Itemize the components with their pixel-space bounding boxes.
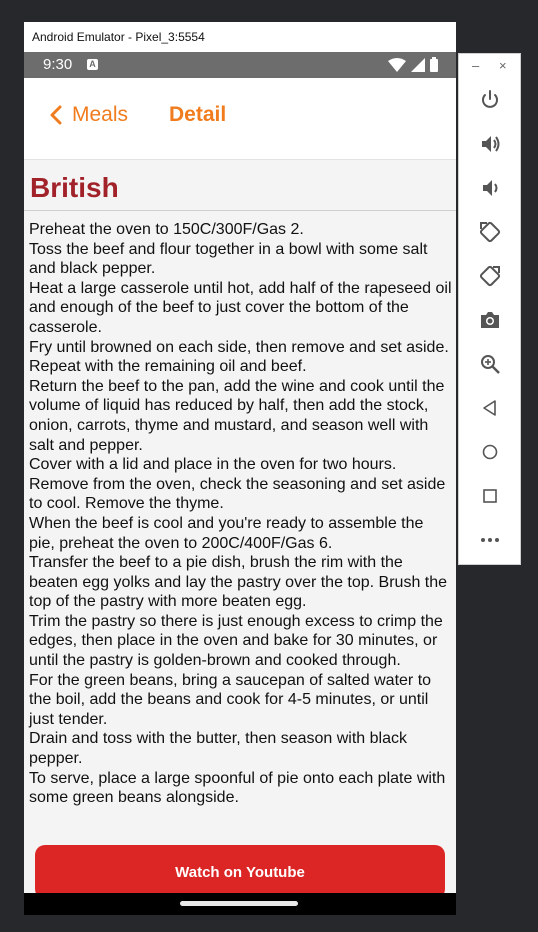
meal-name: British bbox=[30, 172, 119, 203]
home-gesture-pill[interactable] bbox=[180, 901, 298, 906]
overview-icon[interactable] bbox=[476, 482, 504, 510]
camera-icon[interactable] bbox=[476, 306, 504, 334]
status-time: 9:30 bbox=[43, 56, 73, 73]
window-title: Android Emulator - Pixel_3:5554 bbox=[24, 22, 456, 52]
power-icon[interactable] bbox=[476, 86, 504, 114]
status-bar: 9:30 A bbox=[24, 52, 456, 78]
volume-down-icon[interactable] bbox=[476, 174, 504, 202]
more-icon[interactable] bbox=[476, 526, 504, 554]
app-bar: Meals Detail bbox=[24, 78, 456, 160]
battery-icon bbox=[430, 57, 438, 72]
meal-instructions: Preheat the oven to 150C/300F/Gas 2. Tos… bbox=[29, 221, 452, 807]
rotate-left-icon[interactable] bbox=[476, 218, 504, 246]
chevron-left-icon bbox=[50, 105, 62, 125]
back-label: Meals bbox=[72, 103, 129, 126]
volume-up-icon[interactable] bbox=[476, 130, 504, 158]
rotate-right-icon[interactable] bbox=[476, 262, 504, 290]
a-badge-icon: A bbox=[87, 59, 98, 70]
page-title: Detail bbox=[169, 103, 227, 126]
navigation-bar bbox=[24, 893, 456, 915]
meal-detail: British Preheat the oven to 150C/300F/Ga… bbox=[24, 160, 456, 899]
back-button[interactable]: Meals bbox=[50, 98, 128, 132]
minimize-button[interactable]: – bbox=[472, 58, 479, 73]
status-icons bbox=[388, 57, 438, 72]
wifi-icon bbox=[388, 57, 406, 72]
zoom-icon[interactable] bbox=[476, 350, 504, 378]
watch-on-youtube-button[interactable]: Watch on Youtube bbox=[35, 845, 445, 899]
home-icon[interactable] bbox=[476, 438, 504, 466]
emulator-toolbar: – × bbox=[458, 53, 521, 565]
panel-window-controls: – × bbox=[459, 58, 522, 76]
signal-icon bbox=[411, 57, 425, 72]
back-icon[interactable] bbox=[476, 394, 504, 422]
emulator-window: Android Emulator - Pixel_3:5554 9:30 A M… bbox=[24, 22, 456, 915]
divider bbox=[24, 210, 456, 211]
close-button[interactable]: × bbox=[499, 58, 507, 73]
